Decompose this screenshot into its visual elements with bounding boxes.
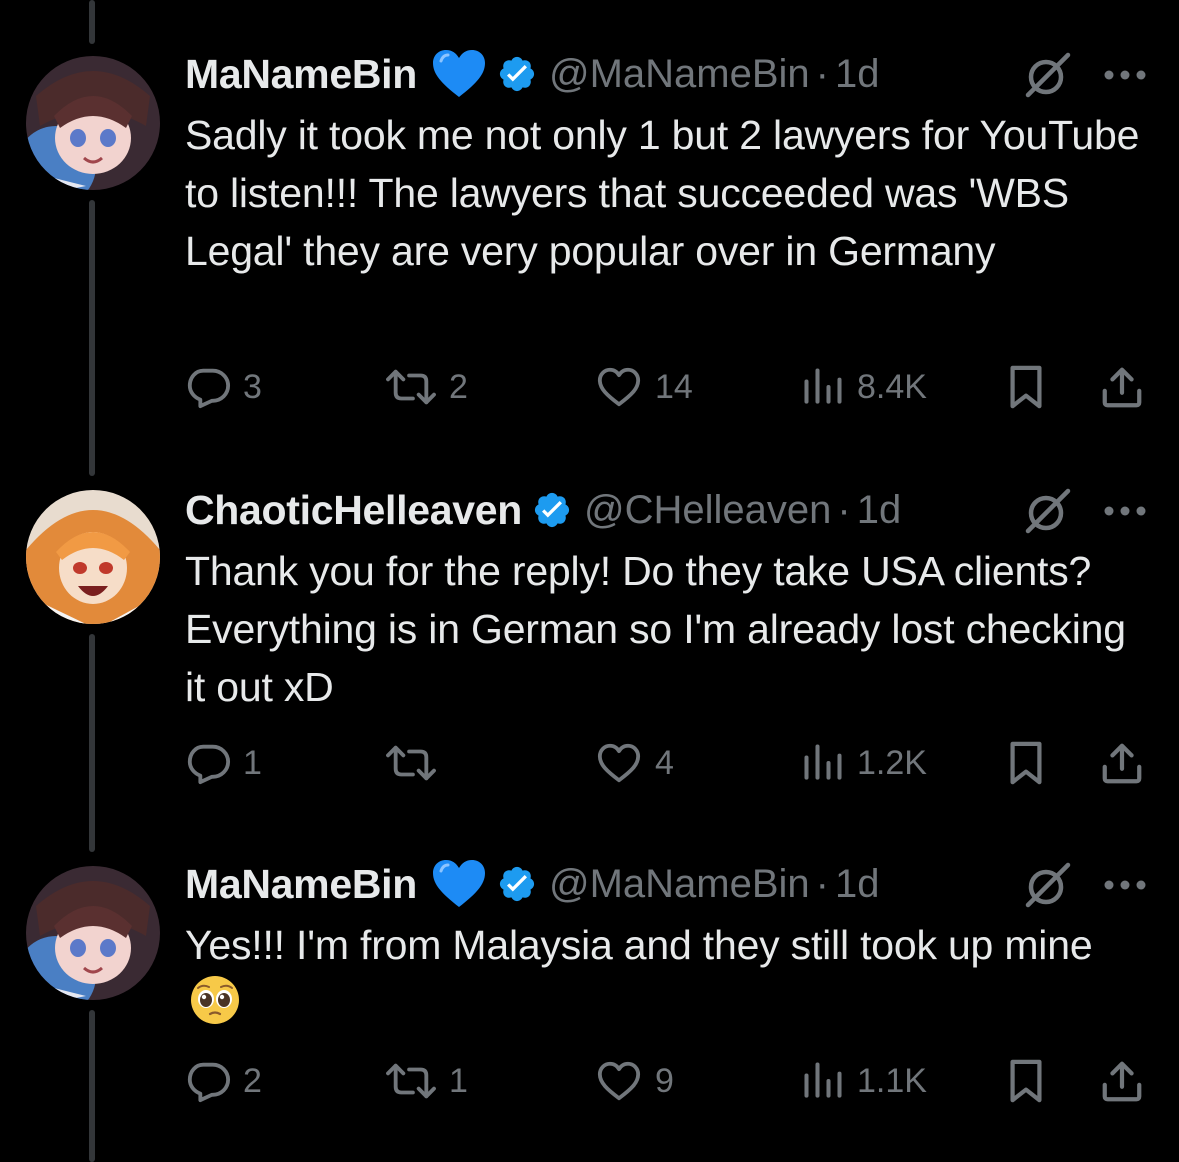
avatar[interactable] (26, 56, 160, 190)
share-icon (1102, 743, 1142, 784)
tweet-text: Yes!!! I'm from Malaysia and they still … (185, 916, 1145, 1041)
thread-line-1 (89, 200, 95, 476)
display-name[interactable]: MaNameBin (185, 861, 417, 908)
separator-dot: · (815, 861, 829, 906)
reply-icon (187, 368, 231, 409)
user-handle[interactable]: @MaNameBin (549, 52, 810, 97)
like-button[interactable]: 14 (595, 362, 693, 412)
views-icon (804, 368, 842, 404)
verified-icon[interactable] (497, 864, 537, 904)
tweet-text: Thank you for the reply! Do they take US… (185, 548, 1126, 710)
repost-icon (386, 745, 436, 781)
like-count: 14 (655, 367, 693, 406)
reply-count: 1 (243, 743, 262, 782)
action-bar: 3 2 14 8.4K (185, 362, 1145, 412)
views-count: 1.2K (857, 743, 927, 782)
more-icon[interactable] (1102, 504, 1148, 518)
reply-button[interactable]: 2 (185, 1056, 262, 1106)
display-name[interactable]: MaNameBin (185, 51, 417, 98)
views-icon (804, 744, 842, 780)
tweet-header: MaNameBin @MaNameBin · 1d (185, 44, 880, 104)
action-bar: 2 1 9 1.1K (185, 1056, 1145, 1106)
views-button[interactable]: 1.1K (801, 1056, 927, 1106)
like-icon (597, 743, 641, 783)
separator-dot: · (815, 51, 829, 96)
bookmark-button[interactable] (1005, 362, 1047, 412)
verified-icon[interactable] (497, 54, 537, 94)
more-icon[interactable] (1102, 68, 1148, 82)
like-icon (597, 1061, 641, 1101)
avatar[interactable] (26, 490, 160, 624)
share-button[interactable] (1099, 362, 1145, 412)
tweet-text: Sadly it took me not only 1 but 2 lawyer… (185, 112, 1140, 274)
separator-dot: · (837, 487, 851, 532)
views-icon (804, 1062, 842, 1098)
thread-line-3 (89, 1010, 95, 1162)
like-button[interactable]: 9 (595, 1056, 674, 1106)
tweet-text-content: Yes!!! I'm from Malaysia and they still … (185, 922, 1093, 968)
share-icon (1102, 1061, 1142, 1102)
pleading-face-emoji (189, 974, 241, 1041)
timestamp[interactable]: 1d (835, 52, 880, 97)
verified-icon[interactable] (532, 490, 572, 530)
bookmark-icon (1010, 741, 1042, 785)
repost-button[interactable] (385, 738, 449, 788)
repost-count: 2 (449, 367, 468, 406)
timestamp[interactable]: 1d (857, 488, 902, 533)
tweet-header: MaNameBin @MaNameBin · 1d (185, 854, 880, 914)
views-count: 1.1K (857, 1061, 927, 1100)
views-button[interactable]: 1.2K (801, 738, 927, 788)
reply-icon (187, 744, 231, 785)
like-count: 9 (655, 1061, 674, 1100)
grok-icon[interactable] (1022, 485, 1074, 537)
repost-button[interactable]: 2 (385, 362, 468, 412)
repost-button[interactable]: 1 (385, 1056, 468, 1106)
timestamp[interactable]: 1d (835, 862, 880, 907)
like-count: 4 (655, 743, 674, 782)
share-icon (1102, 367, 1142, 408)
action-bar: 1 4 1.2K (185, 738, 1145, 788)
like-icon (597, 367, 641, 407)
user-handle[interactable]: @CHelleaven (584, 488, 831, 533)
reply-button[interactable]: 1 (185, 738, 262, 788)
reply-icon (187, 1062, 231, 1103)
share-button[interactable] (1099, 738, 1145, 788)
views-count: 8.4K (857, 367, 927, 406)
blue-heart-emoji (431, 859, 487, 909)
reply-count: 2 (243, 1061, 262, 1100)
more-icon[interactable] (1102, 878, 1148, 892)
grok-icon[interactable] (1022, 49, 1074, 101)
repost-icon (386, 1063, 436, 1099)
tweet-header: ChaoticHelleaven @CHelleaven · 1d (185, 480, 901, 540)
share-button[interactable] (1099, 1056, 1145, 1106)
like-button[interactable]: 4 (595, 738, 674, 788)
grok-icon[interactable] (1022, 859, 1074, 911)
reply-button[interactable]: 3 (185, 362, 262, 412)
avatar[interactable] (26, 866, 160, 1000)
repost-icon (386, 369, 436, 405)
thread-line-2 (89, 634, 95, 852)
repost-count: 1 (449, 1061, 468, 1100)
blue-heart-emoji (431, 49, 487, 99)
bookmark-icon (1010, 1059, 1042, 1103)
display-name[interactable]: ChaoticHelleaven (185, 487, 522, 534)
reply-count: 3 (243, 367, 262, 406)
bookmark-button[interactable] (1005, 738, 1047, 788)
views-button[interactable]: 8.4K (801, 362, 927, 412)
thread-line-top (89, 0, 95, 44)
bookmark-button[interactable] (1005, 1056, 1047, 1106)
user-handle[interactable]: @MaNameBin (549, 862, 810, 907)
bookmark-icon (1010, 365, 1042, 409)
